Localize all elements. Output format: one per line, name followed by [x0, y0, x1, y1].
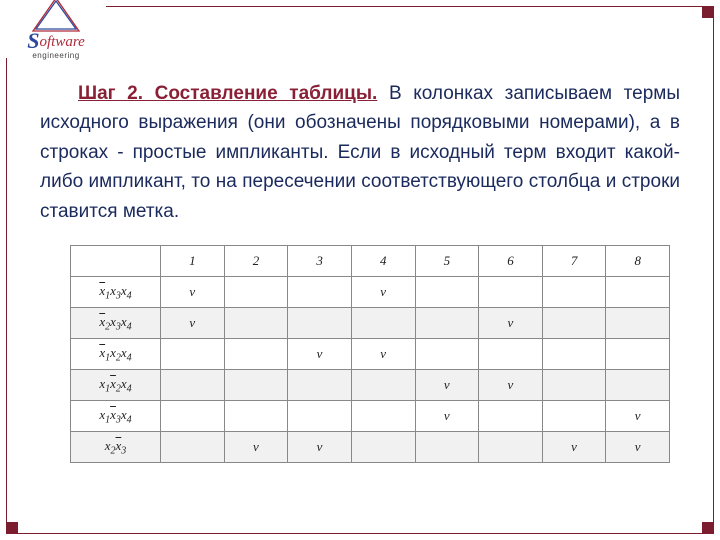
table-cell — [288, 277, 352, 308]
table-corner-cell — [71, 246, 161, 277]
table-cell — [224, 339, 288, 370]
row-label: x2x3 — [71, 432, 161, 463]
table-cell: v — [161, 277, 225, 308]
table-cell — [479, 432, 543, 463]
body-paragraph: Шаг 2. Составление таблицы. В колонках з… — [40, 79, 680, 226]
table-cell — [224, 370, 288, 401]
row-label: x2x3x4 — [71, 308, 161, 339]
table-cell: v — [542, 432, 606, 463]
row-label: x1x2x4 — [71, 339, 161, 370]
col-header: 3 — [288, 246, 352, 277]
col-header: 7 — [542, 246, 606, 277]
row-label: x1x2x4 — [71, 370, 161, 401]
table-cell — [224, 308, 288, 339]
col-header: 5 — [415, 246, 479, 277]
logo: Software engineering — [6, 0, 106, 58]
row-label: x1x3x4 — [71, 401, 161, 432]
logo-letter-s: S — [27, 28, 39, 53]
table-cell: v — [606, 401, 670, 432]
table-row: x1x2x4 vv — [71, 370, 670, 401]
table-cell — [161, 370, 225, 401]
table-cell: v — [351, 277, 415, 308]
table-cell — [288, 401, 352, 432]
table-cell — [479, 401, 543, 432]
table-cell — [161, 432, 225, 463]
table-cell — [542, 277, 606, 308]
table-cell: v — [351, 339, 415, 370]
table-row: x1x2x4 vv — [71, 339, 670, 370]
table-cell: v — [288, 339, 352, 370]
table-cell: v — [606, 432, 670, 463]
table-cell — [415, 308, 479, 339]
table-cell — [351, 370, 415, 401]
col-header: 8 — [606, 246, 670, 277]
col-header: 6 — [479, 246, 543, 277]
table-cell — [606, 370, 670, 401]
slide-content: Шаг 2. Составление таблицы. В колонках з… — [40, 60, 680, 463]
table-cell: v — [161, 308, 225, 339]
table-cell — [479, 339, 543, 370]
col-header: 4 — [351, 246, 415, 277]
table-cell — [542, 370, 606, 401]
table-row: x2x3x4vv — [71, 308, 670, 339]
table-cell — [606, 339, 670, 370]
table-cell — [479, 277, 543, 308]
table-cell — [542, 401, 606, 432]
table-cell: v — [415, 370, 479, 401]
frame-corner — [702, 522, 714, 534]
table-cell — [351, 432, 415, 463]
table-cell: v — [224, 432, 288, 463]
table-cell — [606, 277, 670, 308]
table-cell — [415, 432, 479, 463]
row-label: x1x3x4 — [71, 277, 161, 308]
table-cell — [288, 308, 352, 339]
table-row: x1x3x4 v v — [71, 401, 670, 432]
frame-corner — [6, 522, 18, 534]
table-cell: v — [415, 401, 479, 432]
col-header: 1 — [161, 246, 225, 277]
table-cell — [542, 308, 606, 339]
table-cell: v — [479, 370, 543, 401]
logo-subtext: engineering — [6, 51, 106, 60]
implicant-table-wrap: 1 2 3 4 5 6 7 8 x1x3x4vvx2x3x4vvx1x2x4vv… — [40, 245, 680, 463]
col-header: 2 — [224, 246, 288, 277]
table-cell — [606, 308, 670, 339]
table-cell — [161, 339, 225, 370]
table-cell — [415, 339, 479, 370]
table-row: x2x3vvvv — [71, 432, 670, 463]
frame-corner — [702, 6, 714, 18]
table-cell — [542, 339, 606, 370]
table-cell — [351, 308, 415, 339]
table-header-row: 1 2 3 4 5 6 7 8 — [71, 246, 670, 277]
step-heading: Шаг 2. Составление таблицы. — [78, 83, 377, 104]
table-cell — [288, 370, 352, 401]
table-cell — [351, 401, 415, 432]
table-cell: v — [479, 308, 543, 339]
implicant-table: 1 2 3 4 5 6 7 8 x1x3x4vvx2x3x4vvx1x2x4vv… — [70, 245, 670, 463]
table-cell: v — [288, 432, 352, 463]
table-row: x1x3x4vv — [71, 277, 670, 308]
table-cell — [224, 277, 288, 308]
table-cell — [224, 401, 288, 432]
table-cell — [415, 277, 479, 308]
table-cell — [161, 401, 225, 432]
logo-word-rest: oftware — [39, 34, 84, 50]
